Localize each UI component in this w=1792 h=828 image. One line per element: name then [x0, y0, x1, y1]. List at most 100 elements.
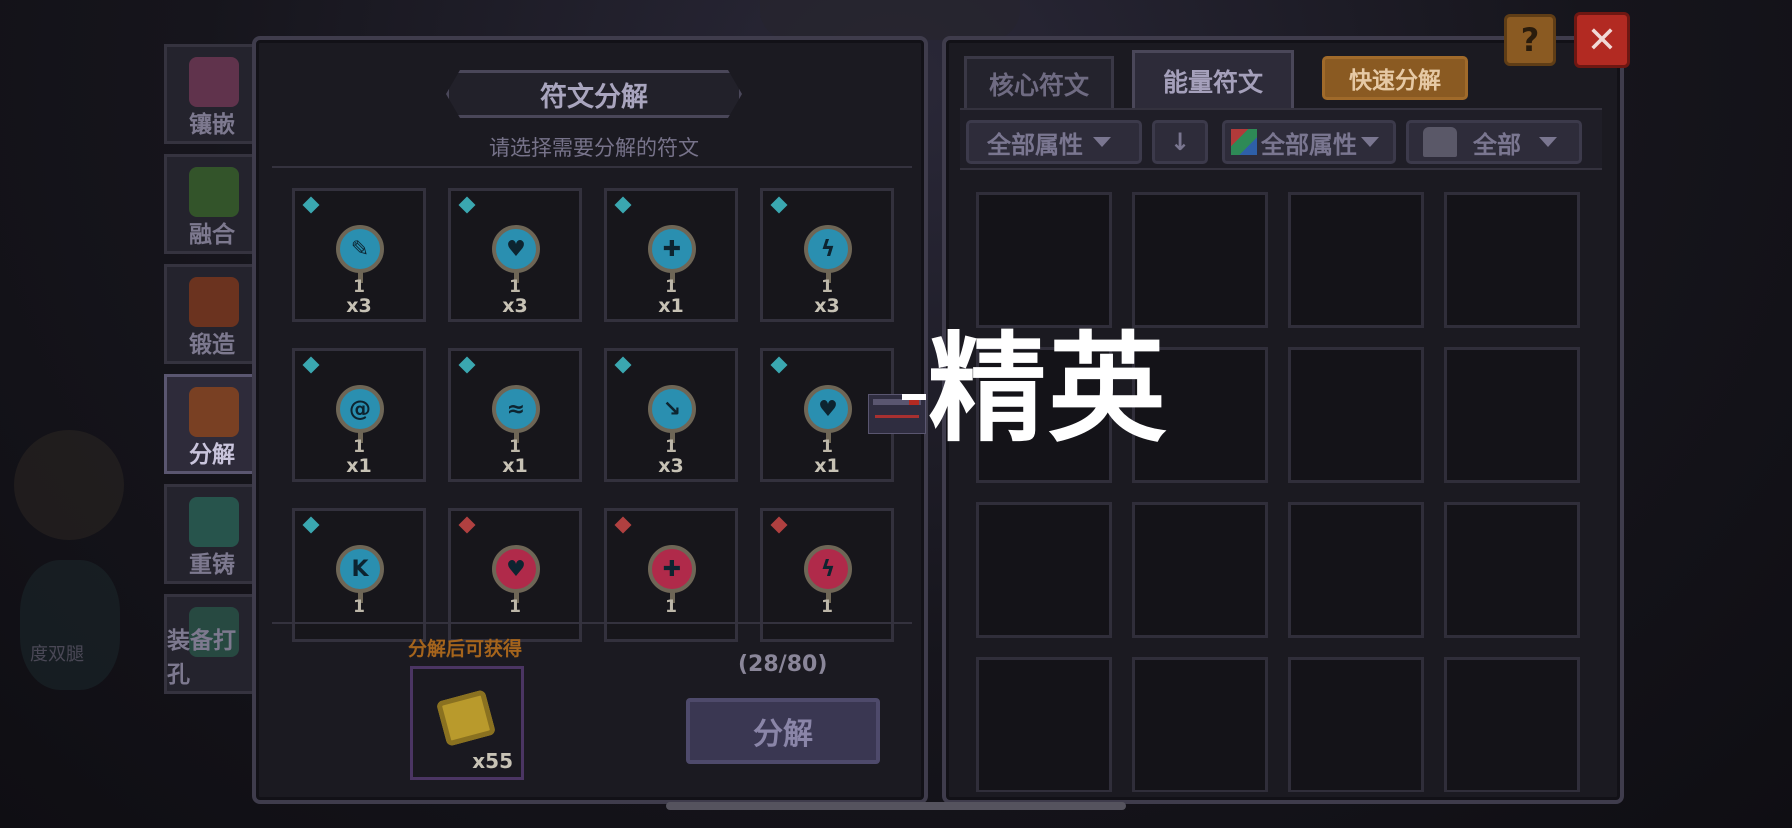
rarity-gem-icon — [614, 196, 632, 214]
sidebar-item-label: 重铸 — [189, 552, 235, 578]
rune-level: 1 — [353, 277, 365, 297]
tab-core-runes[interactable]: 核心符文 — [964, 56, 1114, 108]
rune-orb-icon: ↘ — [648, 385, 696, 433]
home-indicator[interactable] — [666, 802, 1126, 810]
empty-rune-slot[interactable] — [976, 192, 1112, 328]
rune-orb-icon: ✚ — [648, 545, 696, 593]
empty-rune-slot[interactable] — [1132, 657, 1268, 792]
gain-label: 分解后可获得 — [408, 638, 523, 660]
rune-level: 1 — [509, 597, 521, 617]
divider — [272, 622, 912, 624]
empty-rune-slot[interactable] — [1444, 657, 1580, 792]
rune-level: 1 — [821, 597, 833, 617]
attribute-filter-dropdown[interactable]: 全部属性 — [966, 120, 1142, 164]
rune-level: 1 — [509, 277, 521, 297]
rune-level: 1 — [665, 437, 677, 457]
sidebar-item-6[interactable]: 装备打孔 — [164, 594, 260, 694]
background-light — [760, 0, 1020, 40]
rarity-gem-icon — [458, 356, 476, 374]
panel-subtitle: 请选择需要分解的符文 — [489, 136, 699, 160]
color-attribute-dropdown[interactable]: 全部属性 — [1222, 120, 1396, 164]
equipment-filter-dropdown[interactable]: 全部 — [1406, 120, 1582, 164]
rune-quantity: x1 — [814, 455, 840, 477]
rune-slot[interactable]: ϟ 1 x3 — [760, 188, 894, 322]
rune-orb-icon: ✚ — [648, 225, 696, 273]
background-character — [20, 560, 120, 690]
empty-rune-slot[interactable] — [1444, 192, 1580, 328]
helmet-icon — [1423, 127, 1457, 157]
fusion-icon — [189, 167, 239, 217]
sidebar-item-label: 融合 — [189, 222, 235, 248]
sidebar-item-3[interactable]: 锻造 — [164, 264, 260, 364]
rune-slot[interactable]: ↘ 1 x3 — [604, 348, 738, 482]
empty-rune-slot[interactable] — [1288, 657, 1424, 792]
rune-level: 1 — [509, 437, 521, 457]
rune-level: 1 — [821, 437, 833, 457]
color-attribute-label: 全部属性 — [1261, 130, 1357, 159]
rune-slot[interactable]: ♥ 1 x3 — [448, 188, 582, 322]
background-label: 度双腿 — [30, 644, 84, 665]
close-button[interactable]: ✕ — [1574, 12, 1630, 68]
overlay-caption: 精英 — [928, 320, 1169, 458]
sidebar-item-2[interactable]: 融合 — [164, 154, 260, 254]
decompose-button[interactable]: 分解 — [686, 698, 880, 764]
rarity-gem-icon — [614, 356, 632, 374]
rune-level: 1 — [353, 597, 365, 617]
divider — [272, 166, 912, 168]
attribute-filter-label: 全部属性 — [987, 130, 1083, 159]
rune-quantity: x1 — [346, 455, 372, 477]
side-nav: 镶嵌融合锻造分解重铸装备打孔 — [164, 44, 264, 704]
rune-quantity: x3 — [814, 295, 840, 317]
rune-quantity: x3 — [346, 295, 372, 317]
rune-slot[interactable]: ≈1 x1 — [448, 348, 582, 482]
empty-rune-slot[interactable] — [976, 657, 1112, 792]
rune-quantity: x3 — [658, 455, 684, 477]
rune-orb-icon: ≈ — [492, 385, 540, 433]
rune-level: 1 — [353, 437, 365, 457]
empty-rune-slot[interactable] — [976, 502, 1112, 638]
rune-slot[interactable]: @1 x1 — [292, 348, 426, 482]
rune-quantity: x1 — [658, 295, 684, 317]
inlay-icon — [189, 57, 239, 107]
rune-level: 1 — [665, 277, 677, 297]
sidebar-item-5[interactable]: 重铸 — [164, 484, 260, 584]
equipment-filter-label: 全部 — [1473, 130, 1521, 159]
help-button[interactable]: ? — [1504, 14, 1556, 66]
rune-orb-icon: ♥ — [492, 225, 540, 273]
empty-rune-slot[interactable] — [1444, 347, 1580, 483]
rarity-gem-icon — [302, 516, 320, 534]
rarity-gem-icon — [770, 196, 788, 214]
rune-orb-icon: K — [336, 545, 384, 593]
rune-capacity: (28/80) — [738, 652, 828, 677]
rune-slot[interactable]: ✎ 1 x3 — [292, 188, 426, 322]
sidebar-item-label: 锻造 — [189, 332, 235, 358]
rune-level: 1 — [821, 277, 833, 297]
sidebar-item-4[interactable]: 分解 — [164, 374, 260, 474]
rune-orb-icon: ϟ — [804, 545, 852, 593]
sort-button[interactable]: ↓ — [1152, 120, 1208, 164]
empty-rune-slot[interactable] — [1288, 502, 1424, 638]
reward-quantity: x55 — [472, 749, 513, 773]
rune-orb-icon: ♥ — [492, 545, 540, 593]
sidebar-item-label: 装备打孔 — [167, 628, 236, 688]
empty-rune-slot[interactable] — [1444, 502, 1580, 638]
panel-title: 符文分解 — [446, 70, 742, 118]
rune-orb-icon: ♥ — [804, 385, 852, 433]
energy-crystal-icon — [435, 689, 497, 747]
recast-icon — [189, 497, 239, 547]
tab-energy-runes[interactable]: 能量符文 — [1132, 50, 1294, 108]
empty-rune-slot[interactable] — [1132, 192, 1268, 328]
rarity-gem-icon — [302, 196, 320, 214]
empty-rune-slot[interactable] — [1132, 502, 1268, 638]
rune-slot[interactable]: ✚ 1 x1 — [604, 188, 738, 322]
empty-rune-slot[interactable] — [1288, 347, 1424, 483]
rune-level: 1 — [665, 597, 677, 617]
sidebar-item-1[interactable]: 镶嵌 — [164, 44, 260, 144]
rarity-gem-icon — [770, 356, 788, 374]
empty-rune-slot[interactable] — [1288, 192, 1424, 328]
rune-orb-icon: @ — [336, 385, 384, 433]
overlay-dash — [902, 394, 926, 400]
quick-decompose-button[interactable]: 快速分解 — [1322, 56, 1468, 100]
forge-icon — [189, 277, 239, 327]
rune-decompose-panel: 符文分解 请选择需要分解的符文 ✎ 1 x3 ♥ 1 x3 ✚ 1 x1 ϟ 1 x3 @1 x1 ≈1 x1… — [252, 36, 928, 804]
